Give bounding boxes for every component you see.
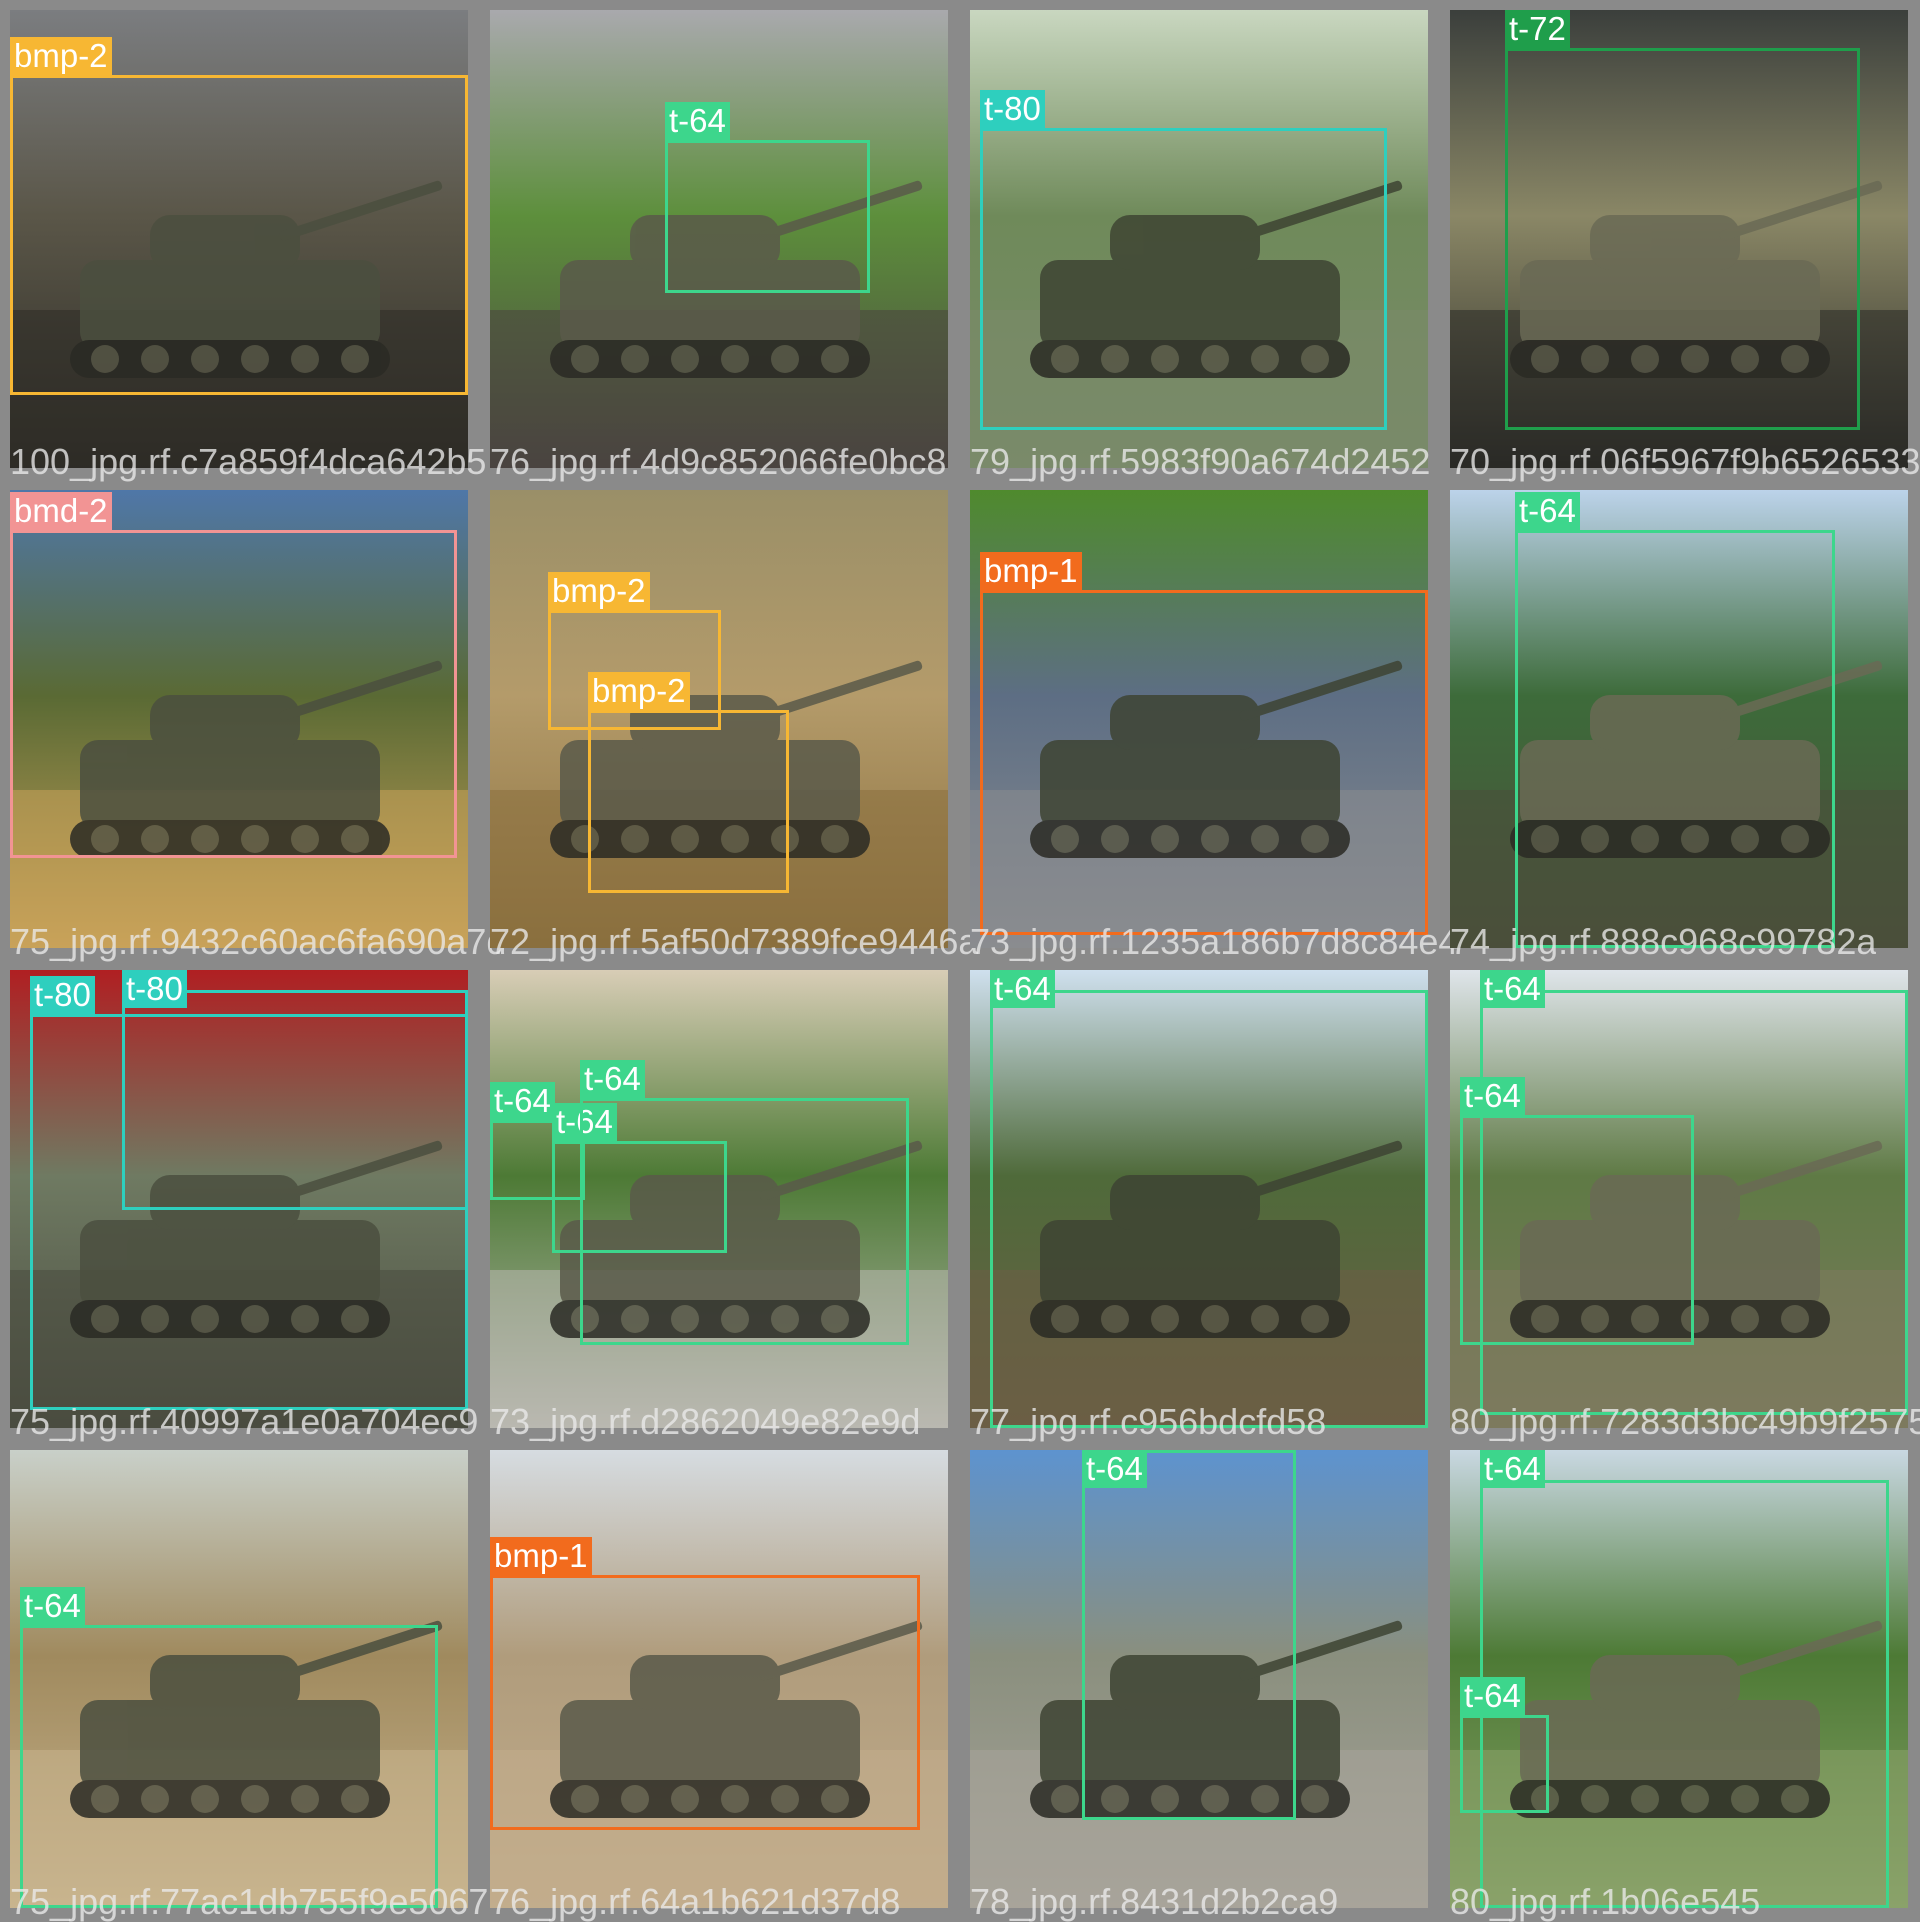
tank-photo — [490, 970, 948, 1428]
image-tile: t-64 — [1450, 490, 1908, 948]
tank-photo — [490, 490, 948, 948]
class-label: t-64 — [1460, 1077, 1525, 1115]
image-tile: t-64 t-64 — [1450, 1450, 1908, 1908]
tank-photo — [1450, 10, 1908, 468]
class-label: bmp-1 — [980, 552, 1082, 590]
image-tile: t-80 — [970, 10, 1428, 468]
tank-photo — [1450, 490, 1908, 948]
image-tile: t-64 t-64 t-64 — [490, 970, 948, 1428]
class-label: bmd-2 — [10, 492, 112, 530]
image-tile: bmd-2 — [10, 490, 468, 948]
class-label: t-80 — [980, 90, 1045, 128]
class-label: t-80 — [30, 976, 95, 1014]
image-tile: bmp-2 — [10, 10, 468, 468]
class-label: t-64 — [20, 1587, 85, 1625]
class-label: t-64 — [1515, 492, 1580, 530]
tank-photo — [10, 10, 468, 468]
image-tile: bmp-1 — [970, 490, 1428, 948]
detection-mosaic: bmp-2 100_jpg.rf.c7a859f4dca642b5 t-64 76_… — [0, 0, 1920, 1922]
class-label: bmp-2 — [588, 672, 690, 710]
class-label: t-64 — [1480, 970, 1545, 1008]
image-tile: t-64 — [970, 1450, 1428, 1908]
image-tile: bmp-2 bmp-2 — [490, 490, 948, 948]
tank-photo — [1450, 970, 1908, 1428]
class-label: t-64 — [1480, 1450, 1545, 1488]
class-label: bmp-2 — [10, 37, 112, 75]
tank-photo — [970, 970, 1428, 1428]
tank-photo — [490, 1450, 948, 1908]
image-tile: t-64 — [10, 1450, 468, 1908]
image-tile: t-64 — [970, 970, 1428, 1428]
tank-photo — [10, 970, 468, 1428]
class-label: t-64 — [552, 1103, 617, 1141]
image-tile: t-64 t-64 — [1450, 970, 1908, 1428]
class-label: bmp-2 — [548, 572, 650, 610]
class-label: t-64 — [1460, 1677, 1525, 1715]
tank-photo — [970, 1450, 1428, 1908]
tank-photo — [10, 490, 468, 948]
image-tile: t-80 t-80 — [10, 970, 468, 1428]
class-label: bmp-1 — [490, 1537, 592, 1575]
tank-photo — [490, 10, 948, 468]
class-label: t-72 — [1505, 10, 1570, 48]
image-tile: t-64 — [490, 10, 948, 468]
tank-photo — [970, 10, 1428, 468]
class-label: t-64 — [1082, 1450, 1147, 1488]
class-label: t-64 — [665, 102, 730, 140]
image-tile: bmp-1 — [490, 1450, 948, 1908]
tank-photo — [10, 1450, 468, 1908]
image-tile: t-72 — [1450, 10, 1908, 468]
class-label: t-64 — [990, 970, 1055, 1008]
class-label: t-80 — [122, 970, 187, 1008]
class-label: t-64 — [580, 1060, 645, 1098]
class-label: t-64 — [490, 1082, 555, 1120]
